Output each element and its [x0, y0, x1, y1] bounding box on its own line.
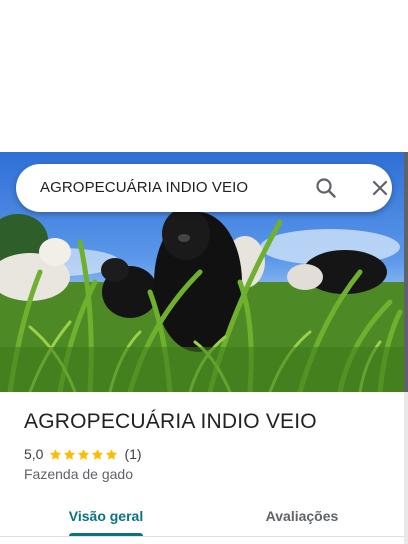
place-tabs: Visão geral Avaliações — [0, 496, 404, 544]
star-icon — [106, 448, 118, 460]
star-icon — [92, 448, 104, 460]
tabs-divider — [0, 536, 404, 537]
place-title: AGROPECUÁRIA INDIO VEIO — [24, 410, 317, 433]
star-icon — [64, 448, 76, 460]
close-icon[interactable] — [368, 176, 392, 200]
review-count-link[interactable]: (1) — [124, 446, 141, 462]
star-icon — [78, 448, 90, 460]
search-icon[interactable] — [314, 176, 338, 200]
tab-overview[interactable]: Visão geral — [60, 496, 152, 536]
search-box[interactable]: AGROPECUÁRIA INDIO VEIO — [16, 164, 392, 212]
search-input[interactable]: AGROPECUÁRIA INDIO VEIO — [40, 179, 248, 196]
place-category[interactable]: Fazenda de gado — [24, 466, 133, 482]
star-icon — [50, 448, 62, 460]
map-area-blank — [0, 0, 408, 152]
rating-value: 5,0 — [24, 446, 44, 462]
rating-row[interactable]: 5,0 (1) — [24, 445, 142, 463]
star-rating — [49, 448, 119, 461]
scrollbar-thumb[interactable] — [404, 152, 408, 392]
tab-reviews[interactable]: Avaliações — [252, 496, 352, 536]
